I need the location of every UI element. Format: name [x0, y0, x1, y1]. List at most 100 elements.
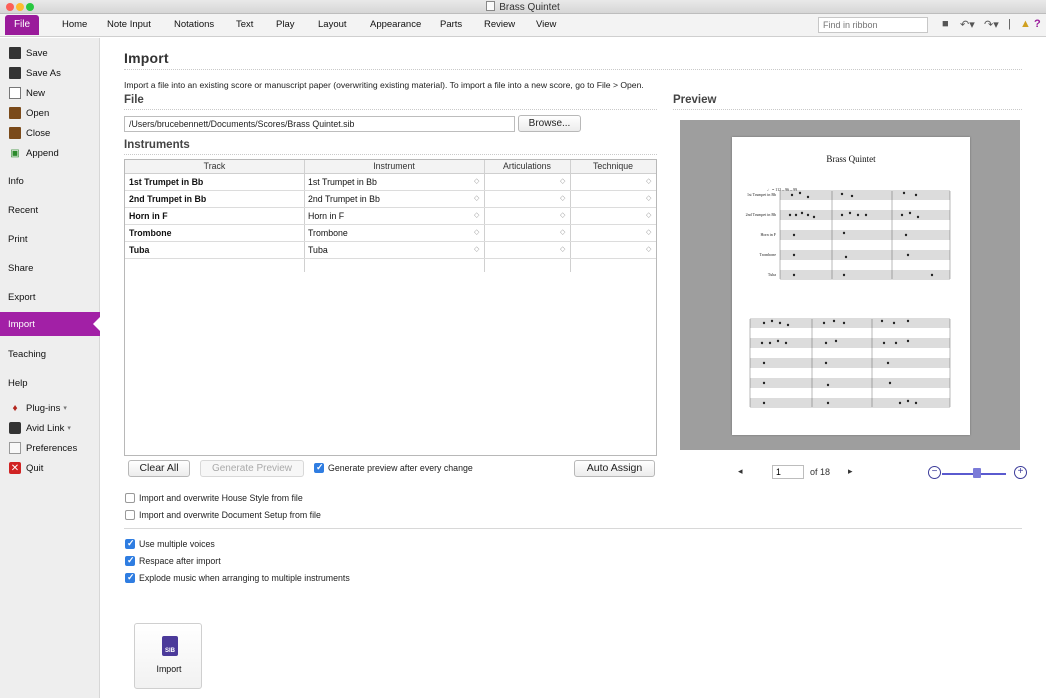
track-name: Tuba [129, 245, 150, 255]
instrument-stepper-icon[interactable]: ◇ [474, 194, 479, 202]
table-row[interactable]: Tuba Tuba ◇ ◇ ◇ [125, 242, 656, 259]
multiple-voices-label: Use multiple voices [139, 539, 215, 549]
file-path-field[interactable] [124, 116, 515, 132]
zoom-slider-thumb[interactable] [973, 468, 981, 478]
zoom-in-icon[interactable]: + [1014, 466, 1027, 479]
find-in-ribbon-input[interactable] [818, 17, 928, 33]
sidebar-item-label: Save [26, 47, 48, 59]
generate-preview-button[interactable]: Generate Preview [200, 460, 304, 477]
column-header-track[interactable]: Track [125, 161, 304, 171]
instrument-stepper-icon[interactable]: ◇ [474, 245, 479, 253]
collapse-ribbon-icon[interactable]: ▲ [1020, 18, 1031, 30]
tab-notations[interactable]: Notations [174, 19, 214, 30]
instrument-stepper-icon[interactable]: ◇ [474, 228, 479, 236]
save-as-icon [9, 67, 21, 79]
sidebar-item-info[interactable]: Info [0, 172, 100, 190]
browse-button[interactable]: Browse... [518, 115, 581, 132]
articulations-stepper-icon[interactable]: ◇ [560, 194, 565, 202]
sidebar-item-print[interactable]: Print [0, 230, 100, 248]
articulations-stepper-icon[interactable]: ◇ [560, 177, 565, 185]
sidebar-item-append[interactable]: ▣ Append [0, 144, 100, 162]
new-document-icon [9, 87, 21, 99]
sidebar-item-share[interactable]: Share [0, 259, 100, 277]
tab-play[interactable]: Play [276, 19, 294, 30]
instrument-select[interactable]: Trombone [308, 228, 348, 238]
table-row[interactable]: Horn in F Horn in F ◇ ◇ ◇ [125, 208, 656, 225]
explode-checkbox[interactable] [125, 572, 135, 583]
table-row[interactable]: Trombone Trombone ◇ ◇ ◇ [125, 225, 656, 242]
previous-page-icon[interactable]: ◂ [738, 466, 743, 477]
sidebar-item-new[interactable]: New [0, 84, 100, 102]
auto-assign-button[interactable]: Auto Assign [574, 460, 655, 477]
sidebar-item-save[interactable]: Save [0, 44, 100, 62]
articulations-stepper-icon[interactable]: ◇ [560, 211, 565, 219]
tab-note-input[interactable]: Note Input [107, 19, 151, 30]
sidebar-item-save-as[interactable]: Save As [0, 64, 100, 82]
table-row[interactable]: 2nd Trumpet in Bb 2nd Trumpet in Bb ◇ ◇ … [125, 191, 656, 208]
tab-view[interactable]: View [536, 19, 556, 30]
sidebar-item-preferences[interactable]: Preferences [0, 439, 100, 457]
sidebar-item-avid-link[interactable]: Avid Link ▾ [0, 419, 100, 437]
instrument-stepper-icon[interactable]: ◇ [474, 211, 479, 219]
technique-stepper-icon[interactable]: ◇ [646, 177, 651, 185]
tab-layout[interactable]: Layout [318, 19, 347, 30]
sidebar-item-label: Save As [26, 67, 61, 79]
respace-checkbox[interactable] [125, 555, 135, 566]
sidebar-item-open[interactable]: Open [0, 104, 100, 122]
sidebar-item-help[interactable]: Help [0, 374, 100, 392]
instrument-stepper-icon[interactable]: ◇ [474, 177, 479, 185]
page-title: Import [124, 50, 169, 66]
articulations-stepper-icon[interactable]: ◇ [560, 228, 565, 236]
tab-appearance[interactable]: Appearance [370, 19, 421, 30]
import-button[interactable]: SIB Import [134, 623, 202, 689]
document-setup-checkbox[interactable] [125, 510, 135, 520]
sidebar-item-teaching[interactable]: Teaching [0, 345, 100, 363]
column-header-technique[interactable]: Technique [570, 161, 656, 171]
column-header-articulations[interactable]: Articulations [484, 161, 570, 171]
tab-text[interactable]: Text [236, 19, 253, 30]
house-style-checkbox[interactable] [125, 493, 135, 503]
ribbon-divider: | [1008, 18, 1011, 30]
score-preview[interactable]: Brass Quintet ♩ = 112 – 96 – 99 1st Trum… [680, 120, 1020, 450]
tab-home[interactable]: Home [62, 19, 87, 30]
divider [124, 69, 1022, 70]
tab-file[interactable]: File [5, 15, 39, 35]
help-icon[interactable]: ? [1034, 18, 1041, 30]
sidebar-item-label: Append [26, 147, 59, 159]
window-title: Brass Quintet [0, 1, 1046, 13]
technique-stepper-icon[interactable]: ◇ [646, 245, 651, 253]
technique-stepper-icon[interactable]: ◇ [646, 194, 651, 202]
import-button-label: Import [156, 664, 182, 674]
tab-review[interactable]: Review [484, 19, 515, 30]
instrument-select[interactable]: 2nd Trumpet in Bb [308, 194, 380, 204]
instrument-select[interactable]: Tuba [308, 245, 328, 255]
column-header-instrument[interactable]: Instrument [304, 161, 484, 171]
multiple-voices-checkbox[interactable] [125, 538, 135, 549]
generate-after-change-checkbox[interactable] [314, 462, 324, 473]
sidebar-item-close[interactable]: Close [0, 124, 100, 142]
track-name: Trombone [129, 228, 172, 238]
next-page-icon[interactable]: ▸ [848, 466, 853, 477]
save-icon[interactable]: ■ [942, 18, 949, 30]
sibelius-file-icon: SIB [162, 636, 178, 656]
sidebar-item-import[interactable]: Import [0, 312, 101, 336]
sidebar-item-export[interactable]: Export [0, 288, 100, 306]
sidebar-item-plug-ins[interactable]: ♦ Plug-ins ▾ [0, 399, 100, 417]
tab-parts[interactable]: Parts [440, 19, 462, 30]
explode-label: Explode music when arranging to multiple… [139, 573, 350, 583]
articulations-stepper-icon[interactable]: ◇ [560, 245, 565, 253]
zoom-out-icon[interactable]: − [928, 466, 941, 479]
track-name: 2nd Trumpet in Bb [129, 194, 207, 204]
instrument-select[interactable]: Horn in F [308, 211, 344, 221]
technique-stepper-icon[interactable]: ◇ [646, 228, 651, 236]
table-row[interactable]: 1st Trumpet in Bb 1st Trumpet in Bb ◇ ◇ … [125, 174, 656, 191]
sidebar-item-recent[interactable]: Recent [0, 201, 100, 219]
page-number-input[interactable] [772, 465, 804, 479]
clear-all-button[interactable]: Clear All [128, 460, 190, 477]
technique-stepper-icon[interactable]: ◇ [646, 211, 651, 219]
sidebar-item-quit[interactable]: ✕ Quit [0, 459, 100, 477]
instrument-select[interactable]: 1st Trumpet in Bb [308, 177, 377, 187]
redo-icon[interactable]: ↷▾ [984, 18, 999, 31]
undo-icon[interactable]: ↶▾ [960, 18, 975, 31]
house-style-label: Import and overwrite House Style from fi… [139, 493, 303, 503]
